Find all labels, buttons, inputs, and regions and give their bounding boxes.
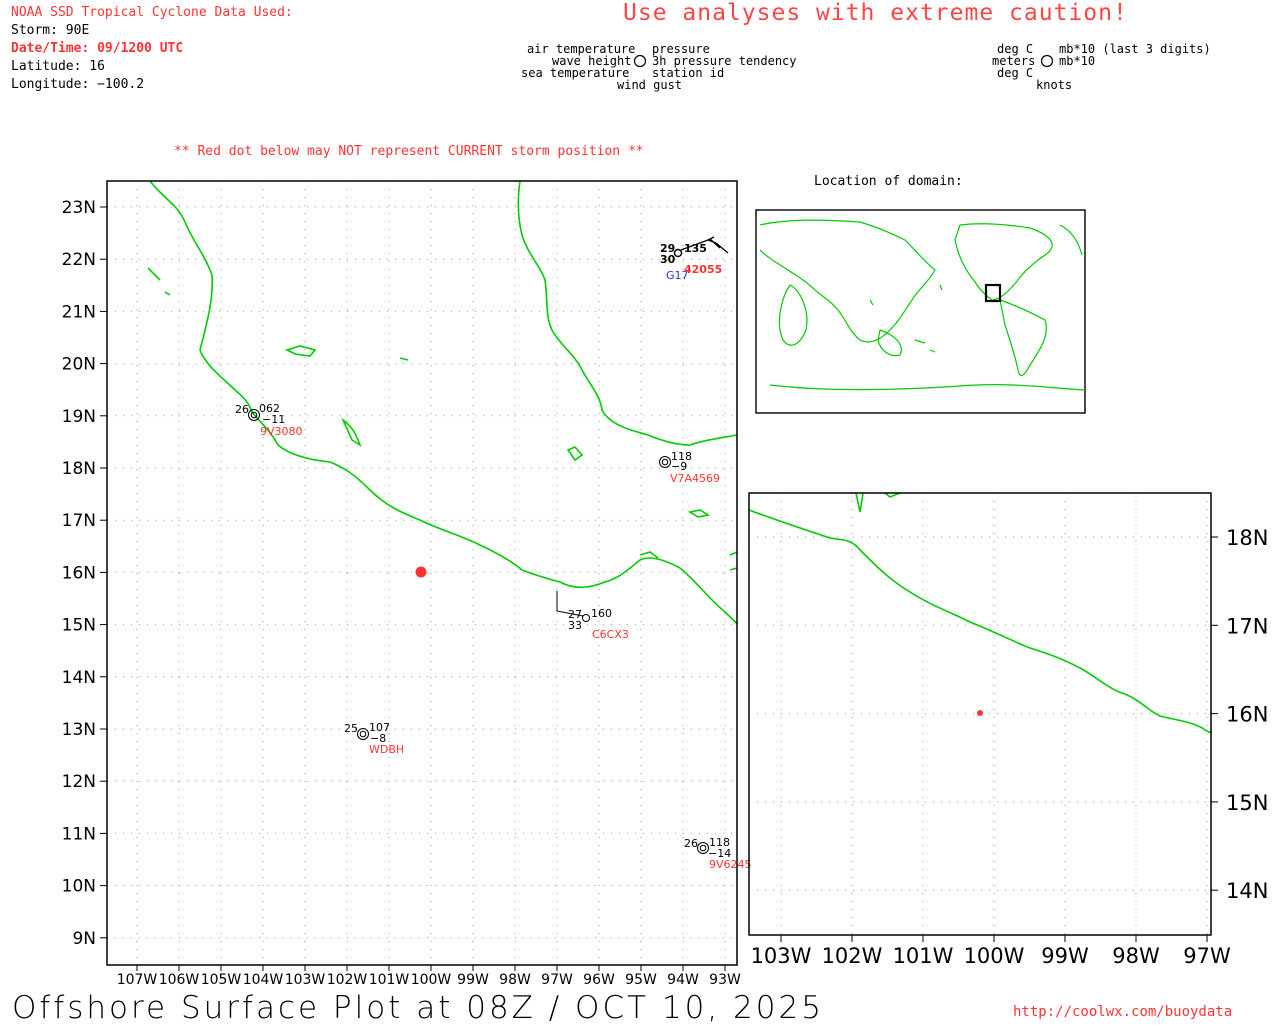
- lat-tick-label: 10N: [62, 877, 96, 897]
- lon-tick-label: 95W: [625, 972, 657, 988]
- station-wdbh[interactable]: 25 107 −8 WDBH: [344, 721, 404, 756]
- lon-tick-label: 96W: [583, 972, 615, 988]
- lat-tick-label: 11N: [62, 824, 96, 844]
- zoom-lon-tick-label: 99W: [1041, 944, 1089, 968]
- lon-tick-label: 105W: [201, 972, 242, 988]
- lat-tick-label: 12N: [62, 772, 96, 792]
- station-id: WDBH: [369, 743, 404, 756]
- lat-tick-label: 14N: [62, 668, 96, 688]
- zoom-lon-axis: 103W 102W 101W 100W 99W 98W 97W: [751, 935, 1231, 968]
- station-sea-temp: 33: [568, 619, 582, 632]
- zoom-lat-tick-label: 16N: [1226, 703, 1268, 727]
- lon-tick-label: 94W: [667, 972, 699, 988]
- lat-tick-label: 22N: [62, 250, 96, 270]
- storm-position-dot[interactable]: [415, 566, 427, 578]
- zoom-lon-tick-label: 103W: [751, 944, 812, 968]
- lat-tick-label: 15N: [62, 616, 96, 636]
- station-id: 9V6245: [709, 858, 752, 871]
- station-v7a4569[interactable]: 118 −9 V7A4569: [659, 450, 721, 485]
- lon-tick-label: 103W: [285, 972, 326, 988]
- zoom-lat-tick-label: 15N: [1226, 791, 1268, 815]
- zoom-lon-tick-label: 102W: [822, 944, 883, 968]
- station-id: V7A4569: [670, 472, 720, 485]
- lat-tick-label: 20N: [62, 355, 96, 375]
- plot-title: Offshore Surface Plot at 08Z / OCT 10, 2…: [12, 990, 824, 1026]
- world-inset-map: [755, 209, 1086, 414]
- lon-tick-label: 100W: [411, 972, 452, 988]
- zoom-lat-axis: 18N 17N 16N 15N 14N: [1211, 526, 1268, 903]
- main-map: 23N 22N 21N 20N 19N 18N 17N 16N 15N 14N 13N 12N 11N 1…: [62, 180, 1268, 988]
- station-sea-temp: 30: [660, 253, 676, 266]
- zoom-lat-tick-label: 14N: [1226, 879, 1268, 903]
- main-lon-axis: 107W 106W 105W 104W 103W 102W 101W 100W 99W 98W 97…: [117, 965, 741, 988]
- lon-tick-label: 101W: [369, 972, 410, 988]
- lon-tick-label: 99W: [457, 972, 489, 988]
- zoom-lon-tick-label: 100W: [964, 944, 1025, 968]
- station-42055[interactable]: 29 30 135 G17 42055: [660, 236, 729, 282]
- source-url-link[interactable]: http://coolwx.com/buoydata: [1013, 1004, 1232, 1020]
- lat-tick-label: 18N: [62, 459, 96, 479]
- station-air-temp: 26: [684, 837, 698, 850]
- station-air-temp: 25: [344, 722, 358, 735]
- station-id: 9V3080: [260, 425, 303, 438]
- lat-tick-label: 16N: [62, 563, 96, 583]
- zoom-lat-tick-label: 18N: [1226, 526, 1268, 550]
- zoom-lon-tick-label: 97W: [1183, 944, 1231, 968]
- lon-tick-label: 107W: [117, 972, 158, 988]
- station-air-temp: 26: [235, 403, 249, 416]
- lat-tick-label: 21N: [62, 302, 96, 322]
- zoom-lon-tick-label: 98W: [1112, 944, 1160, 968]
- lat-tick-label: 17N: [62, 511, 96, 531]
- station-9v3080[interactable]: 26 062 −11 9V3080: [235, 402, 303, 438]
- zoom-map: 18N 17N 16N 15N 14N 103W 102W 101W 100W 99W 98W 97…: [748, 492, 1268, 968]
- zoom-storm-dot: [977, 710, 983, 716]
- zoom-lat-tick-label: 17N: [1226, 614, 1268, 638]
- station-9v6245[interactable]: 26 118 −14 9V6245: [684, 836, 752, 871]
- main-lat-axis: 23N 22N 21N 20N 19N 18N 17N 16N 15N 14N 13N 12N 11N 1…: [62, 198, 107, 949]
- station-c6cx3[interactable]: 27 160 33 C6CX3: [556, 591, 629, 641]
- station-id: 42055: [684, 263, 722, 276]
- lat-tick-label: 9N: [72, 929, 96, 949]
- lon-tick-label: 104W: [243, 972, 284, 988]
- station-pressure: 135: [684, 242, 707, 255]
- station-id: C6CX3: [592, 628, 629, 641]
- lon-tick-label: 93W: [709, 972, 741, 988]
- lat-tick-label: 13N: [62, 720, 96, 740]
- lon-tick-label: 97W: [541, 972, 573, 988]
- lon-tick-label: 98W: [499, 972, 531, 988]
- lon-tick-label: 106W: [159, 972, 200, 988]
- station-pressure: 160: [591, 607, 612, 620]
- lon-tick-label: 102W: [327, 972, 368, 988]
- lat-tick-label: 23N: [62, 198, 96, 218]
- zoom-lon-tick-label: 101W: [893, 944, 954, 968]
- lat-tick-label: 19N: [62, 407, 96, 427]
